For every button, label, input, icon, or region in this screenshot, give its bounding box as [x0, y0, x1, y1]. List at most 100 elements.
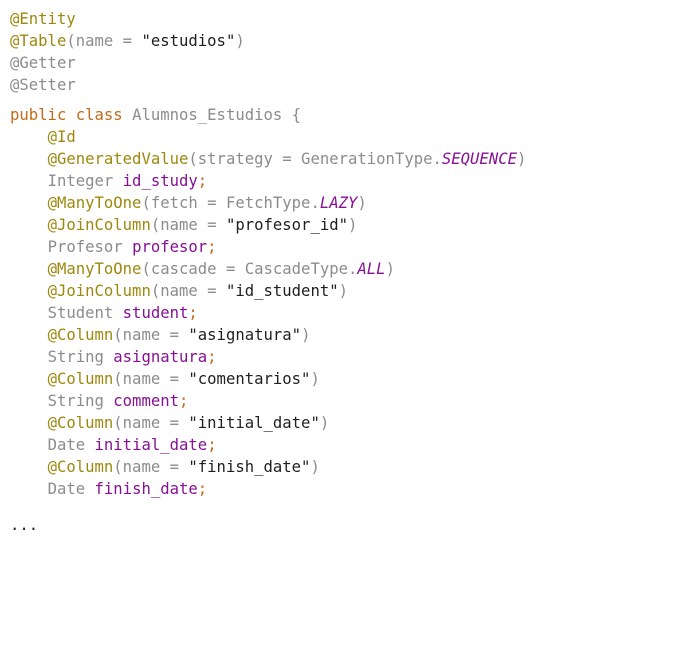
code-token-string-dark: "comentarios": [188, 370, 311, 388]
code-token-punct: ;: [197, 480, 208, 498]
code-token-annotation: @Entity: [10, 10, 76, 28]
code-token-annotation: @GeneratedValue: [47, 150, 189, 168]
code-token-annotation: @JoinColumn: [47, 216, 151, 234]
code-token-string-dark: "id_student": [225, 282, 339, 300]
code-token-field: id_study: [122, 172, 198, 190]
code-token-field: finish_date: [94, 480, 198, 498]
code-line: @Column(name = "initial_date"): [10, 412, 330, 434]
code-token-field: profesor: [132, 238, 208, 256]
code-token-punct: ;: [207, 238, 217, 256]
code-line: @Id: [10, 126, 76, 148]
code-token-ellipsis: ...: [10, 516, 39, 534]
code-line: @Table(name = "estudios"): [10, 30, 245, 52]
code-token-plain: ): [338, 282, 349, 300]
code-token-annotation: @Column: [47, 326, 114, 344]
code-token-plain: (name =: [150, 282, 226, 300]
code-token-plain: ): [357, 194, 367, 212]
code-token-type: String: [47, 348, 114, 366]
code-token-plain: {: [291, 106, 302, 124]
code-token-annotation: @Table: [10, 32, 67, 50]
code-token-field: comment: [113, 392, 179, 410]
code-token-plain: ): [385, 260, 395, 278]
code-token-field: student: [122, 304, 189, 322]
code-line: @ManyToOne(cascade = CascadeType.ALL): [10, 258, 395, 280]
code-token-plain: ): [348, 216, 358, 234]
code-line: Date finish_date;: [10, 478, 208, 500]
code-line: @Setter: [10, 74, 76, 96]
code-editor[interactable]: @Entity @Table(name = "estudios") @Getter @…: [0, 0, 687, 666]
code-token-plain: (name =: [113, 326, 189, 344]
code-line: @Getter: [10, 52, 76, 74]
code-token-plain: ): [319, 414, 330, 432]
code-token-string-dark: "finish_date": [188, 458, 311, 476]
code-token-string-dark: "initial_date": [188, 414, 320, 432]
code-line: Integer id_study;: [10, 170, 208, 192]
code-token-string-dark: "asignatura": [188, 326, 302, 344]
code-token-keyword2: public class: [10, 106, 133, 124]
code-token-plain: (cascade = CascadeType.: [141, 260, 358, 278]
code-token-punct: ;: [197, 172, 208, 190]
code-line: @JoinColumn(name = "id_student"): [10, 280, 348, 302]
code-token-type: Date: [47, 480, 95, 498]
code-token-punct: ;: [207, 348, 217, 366]
code-token-plain: ): [310, 370, 320, 388]
code-token-plain: (name =: [150, 216, 226, 234]
code-token-field: initial_date: [94, 436, 208, 454]
code-line: @Column(name = "asignatura"): [10, 324, 311, 346]
code-line: @JoinColumn(name = "profesor_id"): [10, 214, 358, 236]
code-token-annotation: @Id: [47, 128, 76, 146]
code-token-punct: ;: [207, 436, 217, 454]
code-token-type: Integer: [47, 172, 123, 190]
code-line: String asignatura;: [10, 346, 217, 368]
code-token-annotation: @Column: [47, 370, 114, 388]
code-token-string-dark: "estudios": [141, 32, 236, 50]
code-line: String comment;: [10, 390, 189, 412]
code-line: ...: [10, 514, 38, 536]
code-line: @ManyToOne(fetch = FetchType.LAZY): [10, 192, 367, 214]
code-token-plain: (name =: [113, 370, 189, 388]
code-token-annotation: @Column: [47, 414, 114, 432]
code-token-plain: ): [310, 458, 320, 476]
code-token-type: String: [47, 392, 114, 410]
code-line: @Column(name = "finish_date"): [10, 456, 320, 478]
code-token-plain: ): [235, 32, 245, 50]
code-token-annotation-dim: @Getter: [10, 54, 76, 72]
code-line: public class Alumnos_Estudios {: [10, 104, 301, 126]
code-token-plain: (strategy = GenerationType.: [188, 150, 442, 168]
code-line: Date initial_date;: [10, 434, 217, 456]
code-token-field: asignatura: [113, 348, 208, 366]
code-line: Profesor profesor;: [10, 236, 217, 258]
code-line: @GeneratedValue(strategy = GenerationTyp…: [10, 148, 527, 170]
code-token-const: ALL: [357, 260, 386, 278]
code-line: @Column(name = "comentarios"): [10, 368, 320, 390]
code-token-plain: (fetch = FetchType.: [141, 194, 320, 212]
code-token-annotation-dim: @Setter: [10, 76, 76, 94]
code-token-punct: ;: [188, 304, 198, 322]
code-token-plain: (name =: [66, 32, 142, 50]
code-token-type: Alumnos_Estudios: [132, 106, 292, 124]
code-token-plain: ): [516, 150, 527, 168]
code-token-plain: (name =: [113, 458, 189, 476]
code-token-const: LAZY: [319, 194, 358, 212]
code-token-punct: ;: [179, 392, 189, 410]
code-token-type: Student: [47, 304, 123, 322]
code-token-annotation: @ManyToOne: [47, 260, 142, 278]
code-token-type: Date: [47, 436, 95, 454]
code-token-annotation: @Column: [47, 458, 114, 476]
